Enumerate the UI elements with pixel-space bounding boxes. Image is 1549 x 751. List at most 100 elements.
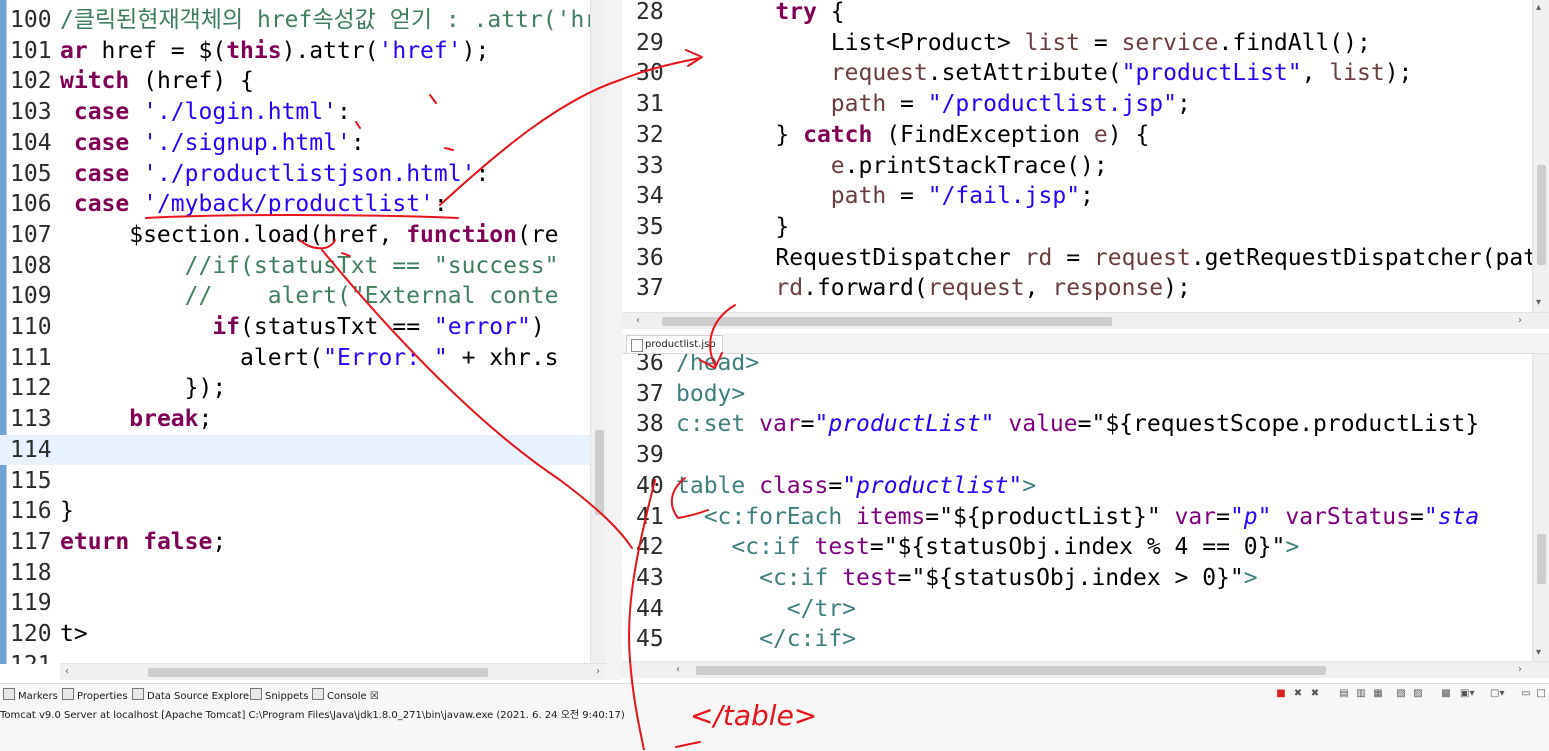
terminate-icon[interactable]: ■ bbox=[1275, 688, 1287, 700]
bottom-panel: Markers Properties Data Source Explorer … bbox=[0, 683, 1549, 751]
line-number: 102 bbox=[10, 68, 52, 95]
code-line: 36/head> bbox=[622, 354, 1532, 379]
tab-markers[interactable]: Markers bbox=[3, 688, 58, 702]
line-number: 121 bbox=[10, 650, 52, 664]
line-number: 40 bbox=[636, 472, 664, 499]
scroll-left-icon[interactable]: ‹ bbox=[65, 666, 69, 677]
minimize-icon[interactable]: ▭ bbox=[1520, 688, 1532, 700]
code-line: 115 bbox=[0, 466, 606, 497]
line-number: 114 bbox=[10, 436, 52, 463]
code-line: 120 t> bbox=[0, 619, 606, 650]
line-number: 29 bbox=[636, 29, 664, 56]
js-editor-hscroll[interactable]: ‹ › bbox=[60, 663, 606, 680]
code-text: table class="productlist"> bbox=[676, 472, 1037, 499]
scroll-left-icon[interactable]: ‹ bbox=[676, 664, 680, 675]
code-text: }); bbox=[60, 375, 227, 402]
tab-snippets[interactable]: Snippets bbox=[250, 688, 308, 702]
scroll-right-icon[interactable]: › bbox=[596, 666, 600, 677]
code-line: 31 path = "/productlist.jsp"; bbox=[622, 89, 1532, 120]
code-text: request.setAttribute("productList", list… bbox=[830, 60, 1413, 87]
word-wrap-icon[interactable]: ▦ bbox=[1372, 688, 1384, 700]
code-text: /head> bbox=[676, 354, 760, 376]
jsp-editor-vscroll[interactable]: ▾ bbox=[1532, 354, 1549, 662]
code-text: RequestDispatcher rd = request.getReques… bbox=[720, 244, 1532, 271]
tab-productlist-jsp[interactable]: productlist.jsp bbox=[626, 335, 723, 353]
code-line: 40 table class="productlist"> bbox=[622, 471, 1532, 502]
line-number: 28 bbox=[636, 0, 664, 25]
code-line: 119 bbox=[0, 588, 606, 619]
editor-sash[interactable] bbox=[606, 0, 622, 680]
scroll-left-icon[interactable]: ‹ bbox=[636, 315, 640, 326]
java-editor[interactable]: 28 try {29 List<Product> list = service.… bbox=[622, 0, 1532, 313]
maximize-icon[interactable]: □ bbox=[1535, 688, 1547, 700]
tab-data-source-explorer[interactable]: Data Source Explorer bbox=[132, 688, 253, 702]
show-on-error-icon[interactable]: ▨ bbox=[1412, 688, 1424, 700]
code-text: e.printStackTrace(); bbox=[830, 152, 1108, 179]
line-number: 36 bbox=[636, 354, 664, 376]
open-console-icon[interactable]: ▢▾ bbox=[1490, 688, 1504, 700]
jsp-editor-hscroll[interactable]: ‹ › bbox=[622, 661, 1549, 678]
markers-icon bbox=[3, 688, 15, 700]
scroll-up-icon[interactable]: ▴ bbox=[1536, 2, 1541, 13]
line-number: 103 bbox=[10, 99, 52, 126]
java-editor-hscroll[interactable]: ‹ › bbox=[622, 312, 1549, 329]
line-number: 100 bbox=[10, 7, 52, 33]
console-icon bbox=[312, 688, 324, 700]
scroll-down-icon[interactable]: ▾ bbox=[1536, 297, 1541, 308]
code-text: t> bbox=[60, 621, 88, 647]
code-line: 103 case './login.html': bbox=[0, 97, 606, 128]
line-number: 113 bbox=[10, 406, 52, 433]
js-editor[interactable]: 100/클릭된현재객체의 href속성값 얻기 : .attr('hr 101 ar… bbox=[0, 0, 606, 664]
line-number: 37 bbox=[636, 275, 664, 302]
code-line: 112 }); bbox=[0, 373, 606, 404]
scroll-down-icon[interactable]: ▾ bbox=[1536, 647, 1541, 658]
close-icon[interactable]: ☒ bbox=[370, 691, 379, 702]
line-number: 45 bbox=[636, 626, 664, 653]
code-text: case '/myback/productlist': bbox=[73, 191, 448, 218]
line-number: 108 bbox=[10, 252, 52, 279]
line-number: 105 bbox=[10, 160, 52, 187]
code-line: 109 // alert("External conte bbox=[0, 281, 606, 312]
code-line: 35 } bbox=[622, 212, 1532, 243]
line-number: 119 bbox=[10, 590, 52, 617]
code-text: ar href = $(this).attr('href'); bbox=[60, 37, 490, 64]
code-line: 29 List<Product> list = service.findAll(… bbox=[622, 28, 1532, 59]
line-number: 116 bbox=[10, 498, 52, 525]
tab-console[interactable]: Console ☒ bbox=[312, 688, 379, 702]
code-line: 117 eturn false; bbox=[0, 527, 606, 558]
tab-label: productlist.jsp bbox=[645, 339, 716, 350]
clear-console-icon[interactable]: ▤ bbox=[1338, 688, 1350, 700]
line-number: 101 bbox=[10, 37, 52, 64]
code-line: 107 $section.load(href, function(re bbox=[0, 220, 606, 251]
remove-launch-icon[interactable]: ✖ bbox=[1292, 688, 1304, 700]
pin-console-icon[interactable]: ▩ bbox=[1440, 688, 1452, 700]
snippets-icon bbox=[250, 688, 262, 700]
jsp-editor[interactable]: 36/head> 37 body> 38 c:set var="productList"… bbox=[622, 354, 1532, 662]
scroll-lock-icon[interactable]: ▥ bbox=[1355, 688, 1367, 700]
code-text: case './signup.html': bbox=[73, 129, 365, 156]
code-line: 100/클릭된현재객체의 href속성값 얻기 : .attr('hr bbox=[0, 5, 606, 36]
code-line: 111 alert("Error: " + xhr.s bbox=[0, 343, 606, 374]
code-text: List<Product> list = service.findAll(); bbox=[720, 29, 1371, 56]
code-text: try { bbox=[775, 0, 845, 25]
code-line: 28 try { bbox=[622, 0, 1532, 28]
line-number: 41 bbox=[636, 503, 664, 530]
line-number: 34 bbox=[636, 183, 664, 210]
line-number: 115 bbox=[10, 467, 52, 494]
show-on-output-icon[interactable]: ▧ bbox=[1395, 688, 1407, 700]
line-number: 43 bbox=[636, 564, 664, 591]
jsp-editor-tabbar: productlist.jsp bbox=[622, 333, 1549, 354]
line-number: 39 bbox=[636, 442, 664, 469]
code-text: </c:if> bbox=[759, 626, 857, 653]
code-text: path = "/fail.jsp"; bbox=[830, 183, 1094, 210]
code-line: 36 RequestDispatcher rd = request.getReq… bbox=[622, 243, 1532, 274]
scroll-right-icon[interactable]: › bbox=[1518, 315, 1522, 326]
java-editor-vscroll[interactable]: ▴ ▾ bbox=[1532, 0, 1549, 313]
display-console-icon[interactable]: ▣▾ bbox=[1460, 688, 1474, 700]
line-number: 109 bbox=[10, 283, 52, 310]
scroll-right-icon[interactable]: › bbox=[1518, 664, 1522, 675]
tab-properties[interactable]: Properties bbox=[62, 688, 128, 702]
remove-all-icon[interactable]: ✖ bbox=[1309, 688, 1321, 700]
js-editor-vscroll[interactable] bbox=[590, 0, 607, 664]
line-number: 118 bbox=[10, 559, 52, 586]
